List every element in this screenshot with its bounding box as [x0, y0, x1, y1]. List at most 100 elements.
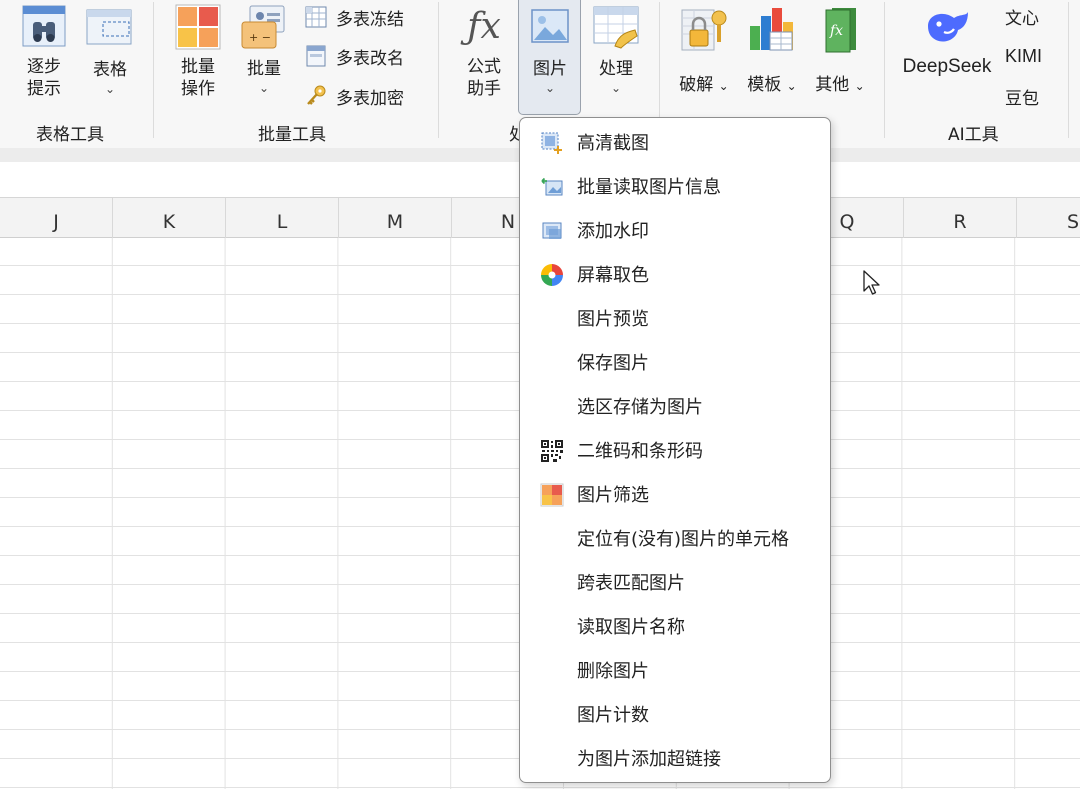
freeze-label: 多表冻结 [336, 9, 404, 30]
chevron-down-icon: ⌄ [786, 79, 797, 93]
binoculars-icon [22, 5, 66, 47]
column-header-r[interactable]: R [904, 198, 1017, 238]
template-text: 模板 [747, 75, 782, 95]
menu-label: 图片计数 [577, 705, 649, 726]
menu-label: 保存图片 [577, 353, 649, 374]
doubao-button[interactable]: 豆包 [1005, 82, 1039, 110]
menu-label: 跨表匹配图片 [577, 573, 685, 594]
crack-button[interactable]: 破解 ⌄ [674, 4, 734, 97]
image-filter-icon [540, 483, 564, 507]
menu-item-cross-sheet-match[interactable]: 跨表匹配图片 [520, 560, 830, 604]
step-hint-label-2: 提示 [27, 79, 61, 99]
menu-item-image-filter[interactable]: 图片筛选 [520, 472, 830, 516]
bar-chart-icon [750, 8, 793, 51]
lock-key-icon [681, 9, 727, 51]
menu-label: 读取图片名称 [577, 617, 685, 638]
wenxin-button[interactable]: 文心 [1005, 2, 1039, 30]
kimi-button[interactable]: KIMI [1005, 42, 1042, 70]
watermark-icon [542, 222, 562, 239]
group-label-batch-tools: 批量工具 [258, 125, 326, 145]
group-separator [153, 2, 154, 138]
color-picker-icon [541, 264, 563, 286]
group-separator [884, 2, 885, 138]
menu-item-image-count[interactable]: 图片计数 [520, 692, 830, 736]
menu-item-add-watermark[interactable]: 添加水印 [520, 208, 830, 252]
step-hint-button[interactable]: 逐步 提示 [18, 4, 70, 100]
other-label: 其他 ⌄ [810, 74, 870, 97]
menu-label: 删除图片 [577, 661, 649, 682]
batch-ops-label-2: 操作 [181, 79, 215, 99]
menu-label: 批量读取图片信息 [577, 177, 721, 198]
batch-ops-label-1: 批量 [181, 57, 215, 77]
template-label: 模板 ⌄ [742, 74, 802, 97]
menu-label: 添加水印 [577, 221, 649, 242]
menu-item-delete-images[interactable]: 删除图片 [520, 648, 830, 692]
key-icon [307, 85, 326, 105]
deepseek-whale-icon [928, 12, 968, 42]
formula-helper-label-1: 公式 [467, 57, 501, 77]
menu-item-add-hyperlink[interactable]: 为图片添加超链接 [520, 736, 830, 780]
column-header-j[interactable]: J [0, 198, 113, 238]
menu-label: 屏幕取色 [577, 265, 649, 286]
formula-helper-button[interactable]: ƒx 公式 助手 [456, 4, 512, 100]
deepseek-button[interactable]: DeepSeek [900, 4, 994, 78]
menu-item-save-image[interactable]: 保存图片 [520, 340, 830, 384]
batch-ops-button[interactable]: 批量 操作 [172, 4, 224, 100]
rename-window-icon [306, 45, 326, 67]
menu-label: 图片预览 [577, 309, 649, 330]
menu-item-hd-screenshot[interactable]: 高清截图 [520, 120, 830, 164]
column-header-m[interactable]: M [339, 198, 452, 238]
menu-label: 二维码和条形码 [577, 441, 703, 462]
encrypt-label: 多表加密 [336, 88, 404, 109]
function-book-icon: fx [825, 8, 856, 53]
column-header-l[interactable]: L [226, 198, 339, 238]
screenshot-icon [541, 132, 562, 154]
menu-item-locate-image-cells[interactable]: 定位有(没有)图片的单元格 [520, 516, 830, 560]
other-button[interactable]: fx 其他 ⌄ [810, 4, 870, 97]
image-dropdown-menu: 高清截图 批量读取图片信息 添加水印 屏幕取色 图片预览 保存图片 选区存储为图… [519, 117, 831, 783]
table-button[interactable]: 表格 ⌄ [84, 4, 136, 95]
column-header-s[interactable]: S [1017, 198, 1080, 238]
rename-label: 多表改名 [336, 48, 404, 69]
chevron-down-icon: ⌄ [718, 79, 729, 93]
chevron-down-icon: ⌄ [544, 81, 556, 95]
crack-label: 破解 ⌄ [674, 74, 734, 97]
formula-helper-label-2: 助手 [467, 79, 501, 99]
menu-item-batch-read-info[interactable]: 批量读取图片信息 [520, 164, 830, 208]
table-label: 表格 [93, 60, 127, 80]
group-label-table-tools: 表格工具 [36, 125, 104, 145]
mouse-cursor-icon [863, 270, 880, 295]
menu-item-image-preview[interactable]: 图片预览 [520, 296, 830, 340]
crack-text: 破解 [679, 75, 714, 95]
menu-label: 为图片添加超链接 [577, 749, 721, 770]
process-label: 处理 [599, 59, 633, 79]
column-header-k[interactable]: K [113, 198, 226, 238]
group-separator [438, 2, 439, 138]
template-button[interactable]: 模板 ⌄ [742, 4, 802, 97]
menu-item-qrcode-barcode[interactable]: 二维码和条形码 [520, 428, 830, 472]
svg-text:+ −: + − [249, 31, 271, 44]
menu-label: 选区存储为图片 [577, 397, 703, 418]
kimi-label: KIMI [1005, 45, 1043, 66]
menu-item-read-image-names[interactable]: 读取图片名称 [520, 604, 830, 648]
chevron-down-icon: ⌄ [610, 81, 622, 95]
image-label: 图片 [533, 59, 567, 79]
multi-sheet-encrypt-button[interactable]: 多表加密 [305, 82, 404, 110]
multi-sheet-freeze-button[interactable]: 多表冻结 [305, 3, 404, 31]
multi-sheet-rename-button[interactable]: 多表改名 [305, 42, 404, 70]
deepseek-label: DeepSeek [902, 56, 992, 77]
process-button[interactable]: 处理 ⌄ [588, 4, 644, 94]
batch-button[interactable]: + − 批量 ⌄ [238, 4, 290, 94]
picture-icon [531, 9, 569, 43]
group-separator [1068, 2, 1069, 138]
image-menu-button[interactable]: 图片 ⌄ [520, 6, 580, 94]
image-info-icon [541, 177, 563, 196]
table-hand-icon [593, 6, 639, 49]
chevron-down-icon: ⌄ [258, 81, 270, 95]
step-hint-label-1: 逐步 [27, 57, 61, 77]
freeze-grid-icon [305, 6, 327, 28]
menu-item-screen-color-picker[interactable]: 屏幕取色 [520, 252, 830, 296]
fx-icon: ƒx [467, 6, 501, 47]
menu-item-save-selection-as-image[interactable]: 选区存储为图片 [520, 384, 830, 428]
svg-text:fx: fx [829, 23, 843, 39]
